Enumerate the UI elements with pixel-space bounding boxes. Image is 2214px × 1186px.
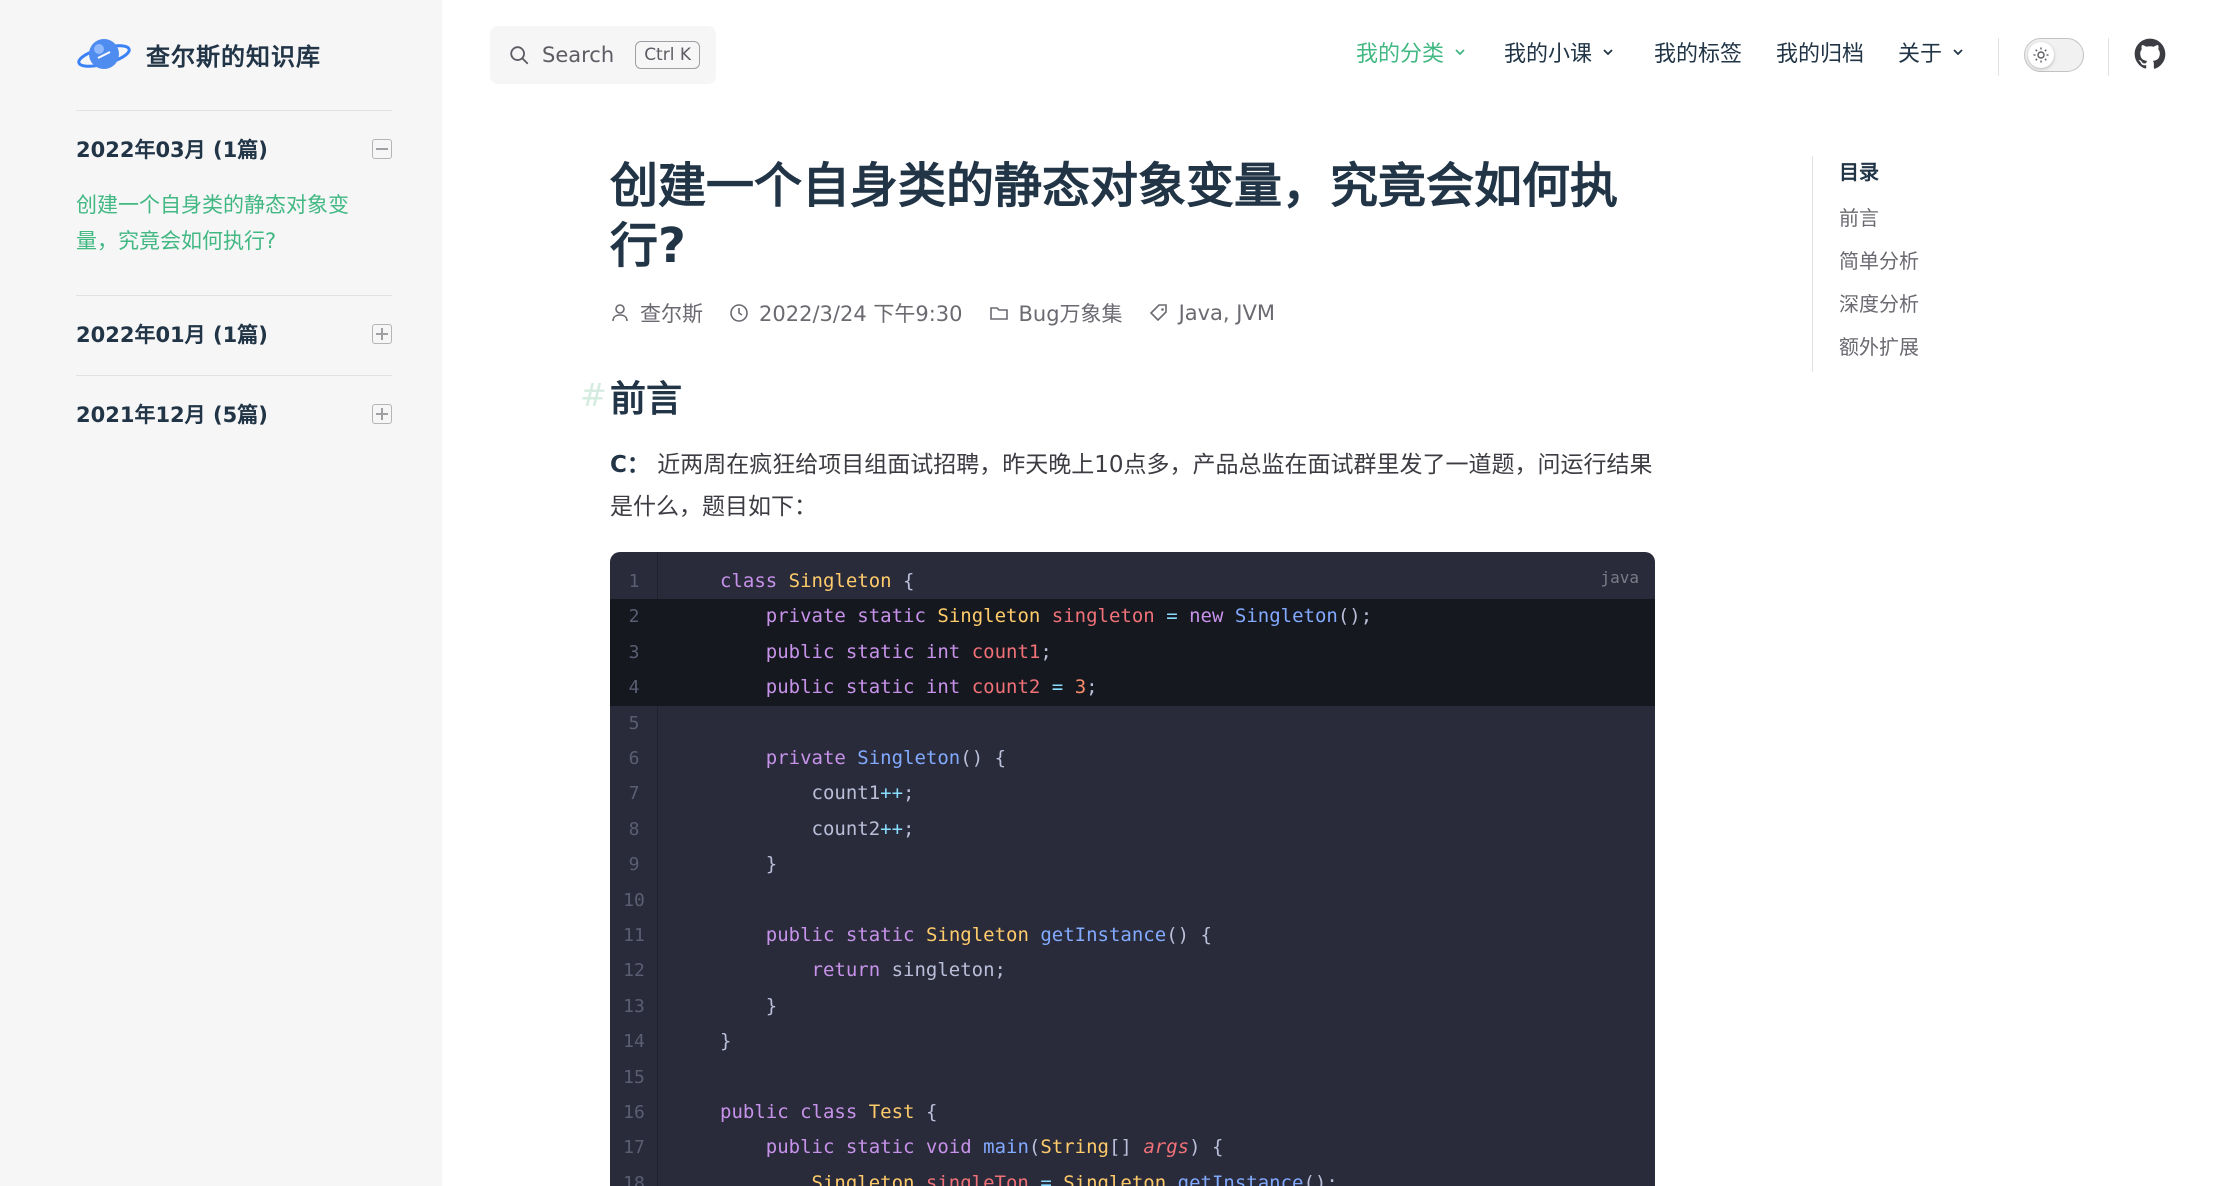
sidebar-group-2022-03: 2022年03月 (1篇) 创建一个自身类的静态对象变量，究竟会如何执行? [76, 110, 392, 259]
code-line: 4 public static int count2 = 3; [610, 670, 1655, 706]
code-line: 14} [623, 1030, 732, 1053]
sidebar-group-header[interactable]: 2022年03月 (1篇) [76, 111, 392, 187]
code-line: 12 return singleton; [623, 959, 1006, 982]
tag-icon [1149, 304, 1167, 322]
expand-icon[interactable] [372, 324, 392, 344]
search-button[interactable]: Search Ctrl K [490, 26, 716, 84]
nav-divider [2108, 38, 2109, 76]
toc-item[interactable]: 前言 [1839, 197, 1919, 240]
code-line: 18 Singleton singleTon = Singleton.getIn… [623, 1171, 1338, 1186]
sidebar-group-title: 2022年03月 (1篇) [76, 138, 268, 162]
meta-category[interactable]: Bug万象集 [989, 298, 1123, 328]
article-meta: 查尔斯 2022/3/24 下午9:30 Bug万象集 Java, JVM [610, 298, 1301, 328]
code-line: 10 [623, 889, 645, 911]
github-icon[interactable] [2134, 38, 2166, 70]
nav-label: 关于 [1898, 42, 1943, 67]
meta-author-name: 查尔斯 [640, 302, 703, 326]
code-line: 15 [623, 1066, 645, 1088]
meta-date-text: 2022/3/24 下午9:30 [759, 302, 963, 326]
chevron-down-icon [1455, 49, 1465, 56]
chevron-down-icon [1603, 49, 1613, 56]
search-shortcut: Ctrl K [635, 41, 700, 69]
meta-author[interactable]: 查尔斯 [610, 298, 703, 328]
sidebar-group-2021-12: 2021年12月 (5篇) [76, 375, 392, 452]
site-title: 查尔斯的知识库 [146, 42, 321, 71]
code-block: java 1 class Singleton { 2 private static… [610, 552, 1655, 1186]
article-title: 创建一个自身类的静态对象变量，究竟会如何执行? [610, 158, 1619, 274]
theme-toggle[interactable] [2024, 38, 2084, 72]
sidebar-group-header[interactable]: 2021年12月 (5篇) [76, 376, 392, 452]
meta-tags[interactable]: Java, JVM [1149, 301, 1275, 325]
nav-label: 我的标签 [1654, 42, 1743, 67]
code-line: 7 count1++; [628, 782, 915, 805]
meta-category-text: Bug万象集 [1018, 302, 1123, 326]
code-line: 3 public static int count1; [610, 634, 1655, 671]
sidebar-article-link[interactable]: 创建一个自身类的静态对象变量，究竟会如何执行? [76, 187, 392, 259]
article-paragraph: C： 近两周在疯狂给项目组面试招聘，昨天晚上10点多，产品总监在面试群里发了一道… [610, 444, 1660, 528]
nav-item-categories[interactable]: 我的分类 [1356, 36, 1468, 68]
table-of-contents: 目录 前言 简单分析 深度分析 额外扩展 [1812, 156, 1919, 372]
para-text: 近两周在疯狂给项目组面试招聘，昨天晚上10点多，产品总监在面试群里发了一道题，问… [610, 452, 1653, 520]
site-logo[interactable]: 查尔斯的知识库 [76, 32, 321, 76]
meta-date: 2022/3/24 下午9:30 [729, 298, 963, 328]
folder-icon [989, 307, 1008, 320]
sidebar-group-title: 2021年12月 (5篇) [76, 403, 268, 427]
search-icon [510, 46, 529, 65]
toc-item[interactable]: 简单分析 [1839, 240, 1919, 283]
para-prefix: C： [610, 452, 650, 478]
code-line: 17 public static void main(String[] args… [623, 1136, 1224, 1159]
code-line: 16 public class Test { [623, 1101, 938, 1123]
heading-anchor[interactable]: # [580, 376, 607, 414]
clock-icon [730, 304, 748, 322]
toc-item[interactable]: 深度分析 [1839, 283, 1919, 326]
code-line: 5 [628, 712, 640, 734]
nav-label: 我的小课 [1504, 42, 1593, 67]
code-line: 1 class Singleton { [628, 570, 915, 592]
code-line: 8 count2++; [628, 817, 915, 840]
code-line: 13 } [623, 994, 778, 1017]
nav-item-tags[interactable]: 我的标签 [1654, 36, 1742, 68]
nav-item-about[interactable]: 关于 [1898, 36, 1966, 68]
code-line: 9 } [628, 853, 778, 876]
nav-divider [1998, 38, 1999, 76]
code-line: 6 private Singleton() { [628, 747, 1007, 769]
nav-label: 我的归档 [1776, 42, 1865, 67]
collapse-icon[interactable] [372, 139, 392, 159]
sidebar-group-title: 2022年01月 (1篇) [76, 323, 268, 347]
sidebar-group-2022-01: 2022年01月 (1篇) [76, 295, 392, 372]
sidebar-group-header[interactable]: 2022年01月 (1篇) [76, 296, 392, 372]
expand-icon[interactable] [372, 404, 392, 424]
code-line: 11 public static Singleton getInstance()… [623, 924, 1212, 946]
nav-item-archives[interactable]: 我的归档 [1776, 36, 1864, 68]
planet-logo-icon [77, 39, 131, 69]
toc-item[interactable]: 额外扩展 [1839, 326, 1919, 369]
section-heading: 前言 [610, 379, 683, 420]
search-label: Search [542, 43, 615, 67]
sun-icon [2033, 47, 2049, 63]
nav-item-courses[interactable]: 我的小课 [1504, 36, 1616, 68]
sidebar: 查尔斯的知识库 2022年03月 (1篇) 创建一个自身类的静态对象变量，究竟会… [0, 0, 442, 1186]
user-icon [612, 304, 628, 322]
chevron-down-icon [1953, 49, 1963, 56]
meta-tags-text: Java, JVM [1178, 301, 1275, 325]
nav-label: 我的分类 [1356, 42, 1445, 67]
toc-title: 目录 [1839, 160, 1879, 184]
code-line: 2 private static Singleton singleton = n… [610, 599, 1655, 635]
